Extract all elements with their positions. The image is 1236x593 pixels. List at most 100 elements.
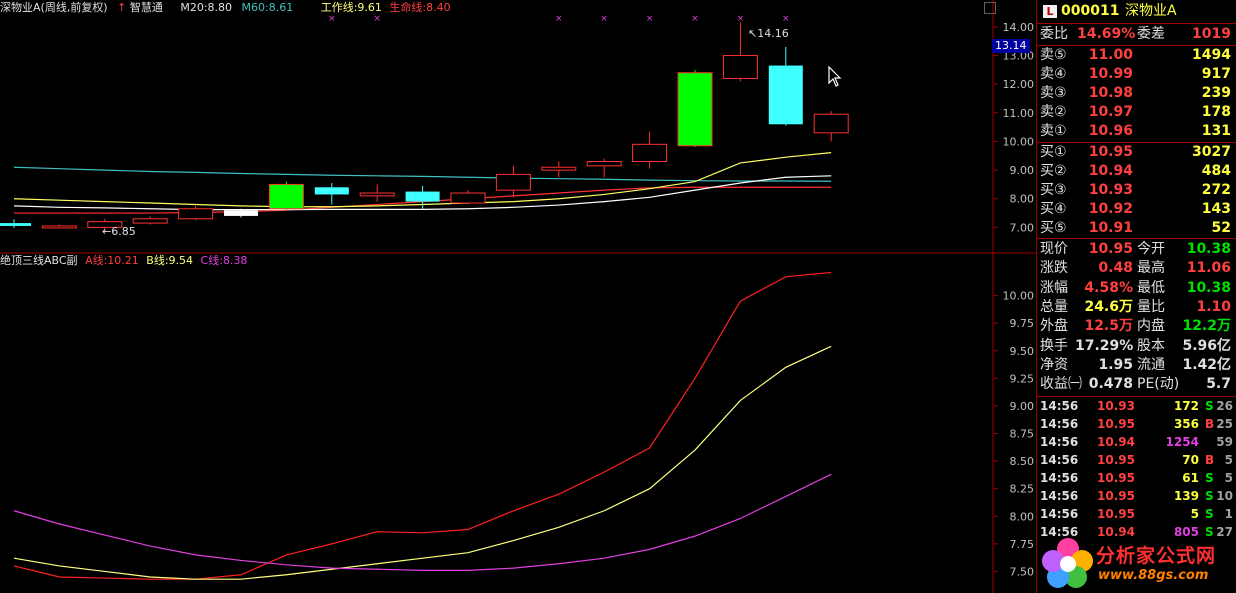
candle-body bbox=[268, 183, 304, 210]
stock-name: 深物业A bbox=[1125, 3, 1177, 19]
stat-value: 10.38 bbox=[1186, 279, 1231, 296]
sub-y-tick-label: 9.00 bbox=[1010, 400, 1035, 413]
candle-body bbox=[495, 173, 531, 191]
stat-row: 涨幅 4.58% 最低 10.38 bbox=[1037, 279, 1236, 298]
order-label: 卖⑤ bbox=[1040, 47, 1067, 63]
tick-volume: 139 bbox=[1173, 489, 1199, 503]
work-line-label: 工作线:9.61 bbox=[320, 1, 382, 14]
candle-body bbox=[359, 192, 395, 197]
weekly-marker: × bbox=[328, 14, 336, 24]
tick-volume: 70 bbox=[1182, 453, 1199, 467]
stat-label: 现价 bbox=[1040, 241, 1068, 257]
stat-value: 12.2万 bbox=[1182, 318, 1231, 335]
low-value: 6.85 bbox=[111, 225, 136, 238]
order-volume: 143 bbox=[1201, 201, 1231, 217]
tick-volume: 172 bbox=[1173, 399, 1199, 413]
scroll-button[interactable] bbox=[984, 2, 996, 14]
high-annotation: ↖14.16 bbox=[748, 27, 789, 41]
stat-value: 0.478 bbox=[1088, 376, 1133, 393]
sub-y-tick-label: 9.50 bbox=[1010, 345, 1035, 358]
mouse-cursor-icon bbox=[828, 66, 842, 87]
a-line-label: A线:10.21 bbox=[85, 254, 139, 267]
stock-title: 深物业A(周线,前复权) bbox=[0, 1, 108, 14]
stat-value: 10.38 bbox=[1186, 241, 1231, 257]
low-arrow-icon: ← bbox=[102, 225, 112, 238]
sell-level-row: 卖③ 10.98 239 bbox=[1037, 84, 1236, 103]
app-name: 智慧通 bbox=[129, 1, 163, 14]
indicator-header: 绝顶三线ABC副 A线:10.21 B线:9.54 C线:8.38 bbox=[0, 254, 247, 268]
tick-time: 14:56 bbox=[1040, 453, 1079, 467]
sell-level-row: 卖⑤ 11.00 1494 bbox=[1037, 46, 1236, 65]
ma20-label: M20:8.80 bbox=[180, 1, 233, 14]
order-volume: 3027 bbox=[1192, 144, 1231, 160]
stat-label: 总量 bbox=[1040, 298, 1068, 315]
order-label: 买① bbox=[1040, 144, 1067, 160]
candle-body bbox=[813, 113, 849, 134]
tick-side: S bbox=[1205, 399, 1214, 413]
quote-panel: L 000011 深物业A 委比 14.69% 委差 1019 卖⑤ 11.00 1… bbox=[1036, 0, 1236, 593]
stat-label: 涨跌 bbox=[1040, 260, 1068, 277]
y-tick-label: 7.00 bbox=[1010, 221, 1035, 234]
tick-side: B bbox=[1205, 453, 1215, 467]
y-tick-label: 11.00 bbox=[1003, 107, 1035, 120]
candle-body bbox=[541, 166, 577, 171]
tick-count: 10 bbox=[1216, 489, 1233, 503]
indicator-title: 绝顶三线ABC副 bbox=[0, 254, 78, 267]
sub-y-tick-label: 7.50 bbox=[1010, 565, 1035, 578]
stat-label: 最高 bbox=[1137, 260, 1165, 277]
order-volume: 1494 bbox=[1192, 47, 1231, 63]
order-price: 10.93 bbox=[1088, 182, 1133, 198]
stat-value: 12.5万 bbox=[1084, 318, 1133, 335]
stat-value: 5.7 bbox=[1206, 376, 1231, 393]
stat-value: 10.95 bbox=[1088, 241, 1133, 257]
sub-y-tick-label: 9.75 bbox=[1010, 317, 1035, 330]
weibi-value: 14.69% bbox=[1077, 26, 1136, 42]
stat-value: 1.10 bbox=[1196, 298, 1231, 315]
order-price: 10.99 bbox=[1088, 66, 1133, 82]
stat-value: 5.96亿 bbox=[1182, 337, 1231, 354]
tick-price: 10.95 bbox=[1097, 417, 1135, 431]
order-label: 卖② bbox=[1040, 104, 1067, 120]
watermark-title: 分析家公式网 bbox=[1096, 545, 1217, 567]
order-volume: 272 bbox=[1201, 182, 1231, 198]
sub-y-tick-label: 8.00 bbox=[1010, 510, 1035, 523]
order-price: 10.92 bbox=[1088, 201, 1133, 217]
tick-price: 10.95 bbox=[1097, 471, 1135, 485]
tick-count: 1 bbox=[1224, 507, 1233, 521]
order-volume: 131 bbox=[1201, 123, 1231, 139]
stat-row: 总量 24.6万 量比 1.10 bbox=[1037, 298, 1236, 317]
weicha-label: 委差 bbox=[1137, 26, 1165, 42]
candle-body bbox=[314, 187, 349, 195]
weekly-marker: × bbox=[782, 14, 790, 24]
candle-body bbox=[41, 225, 77, 229]
sub-y-tick-label: 7.75 bbox=[1010, 538, 1035, 551]
order-price: 10.94 bbox=[1088, 163, 1133, 179]
c-line-label: C线:8.38 bbox=[200, 254, 248, 267]
stat-row: 外盘 12.5万 内盘 12.2万 bbox=[1037, 317, 1236, 336]
tick-row: 14:56 10.95 5 S 1 bbox=[1037, 505, 1236, 523]
high-value: 14.16 bbox=[757, 27, 789, 40]
stat-value: 24.6万 bbox=[1084, 298, 1133, 315]
tick-price: 10.94 bbox=[1097, 435, 1135, 449]
watermark-url: www.88gs.com bbox=[1098, 568, 1209, 583]
tick-price: 10.93 bbox=[1097, 399, 1135, 413]
tick-volume: 356 bbox=[1173, 417, 1199, 431]
tick-price: 10.95 bbox=[1097, 507, 1135, 521]
tick-row: 14:56 10.94 1254 59 bbox=[1037, 433, 1236, 451]
a-line bbox=[13, 271, 832, 580]
stat-label: 换手 bbox=[1040, 337, 1068, 354]
price-marker: 13.14 bbox=[992, 39, 1030, 53]
tick-count: 26 bbox=[1216, 399, 1233, 413]
tick-count: 25 bbox=[1216, 417, 1233, 431]
y-tick-label: 10.00 bbox=[1003, 135, 1035, 148]
chart-area[interactable]: 7.008.009.0010.0011.0012.0013.0014.00× × ×… bbox=[0, 0, 1036, 593]
sub-y-tick-label: 8.75 bbox=[1010, 428, 1035, 441]
b-line bbox=[13, 345, 832, 580]
order-label: 买③ bbox=[1040, 182, 1067, 198]
level-icon: L bbox=[1043, 5, 1057, 18]
buy-level-row: 买③ 10.93 272 bbox=[1037, 181, 1236, 200]
order-price: 10.97 bbox=[1088, 104, 1133, 120]
order-label: 买⑤ bbox=[1040, 220, 1067, 236]
weekly-marker: × bbox=[600, 14, 608, 24]
tick-time: 14:56 bbox=[1040, 507, 1079, 521]
